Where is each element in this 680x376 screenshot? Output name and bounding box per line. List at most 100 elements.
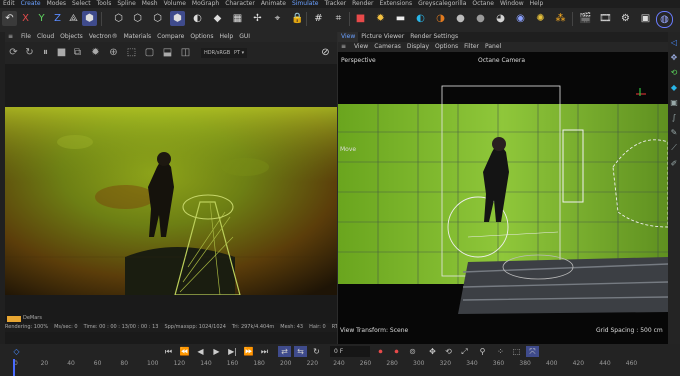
gear-settings-icon[interactable]: ✹	[89, 46, 102, 59]
octane-material-icon[interactable]: ◑	[433, 11, 448, 26]
menu-edit[interactable]: Edit	[0, 0, 18, 8]
viewport-menu-panel[interactable]: Panel	[482, 42, 504, 52]
render-to-picture-viewer-icon[interactable]: 🎬	[578, 11, 593, 26]
region-render-icon[interactable]: ▢	[143, 46, 156, 59]
menu-mograph[interactable]: MoGraph	[189, 0, 222, 8]
scatter-icon[interactable]: ✺	[533, 11, 548, 26]
render-region-icon[interactable]: ▣	[638, 11, 653, 26]
stop-render-icon[interactable]: ■	[55, 46, 68, 59]
menu-select[interactable]: Select	[69, 0, 94, 8]
pla-key-icon[interactable]: ⬚	[510, 346, 523, 357]
live-viewer-menu-vectron-[interactable]: Vectron®	[86, 32, 121, 42]
autokey-icon[interactable]: ⏺	[390, 346, 403, 357]
menu-animate[interactable]: Animate	[258, 0, 289, 8]
render-view-icon[interactable]: ■	[353, 11, 368, 26]
menu-greyscalegorilla[interactable]: Greyscalegorilla	[415, 0, 469, 8]
menu-tools[interactable]: Tools	[94, 0, 115, 8]
position-key-icon[interactable]: ✥	[426, 346, 439, 357]
polygon-pen-icon[interactable]: ✎	[668, 128, 680, 137]
live-viewer-menu-compare[interactable]: Compare	[154, 32, 187, 42]
scale-icon[interactable]: ◆	[668, 83, 680, 92]
cube-primitive-icon[interactable]: ▣	[668, 98, 680, 107]
point-level-icon[interactable]: ⁘	[494, 346, 507, 357]
scale-key-icon[interactable]: ⤢	[458, 346, 471, 357]
z-axis-icon[interactable]: Z	[50, 11, 65, 26]
area-light-icon[interactable]: ▬	[393, 11, 408, 26]
live-viewer-menu-options[interactable]: Options	[187, 32, 216, 42]
y-axis-icon[interactable]: Y	[34, 11, 49, 26]
edges-mode-icon[interactable]: ⬡	[150, 11, 165, 26]
live-viewer-menu-materials[interactable]: Materials	[121, 32, 155, 42]
menu-volume[interactable]: Volume	[161, 0, 189, 8]
cube-icon[interactable]: ⬡	[111, 11, 126, 26]
clay-mode-icon[interactable]: ◫	[179, 46, 192, 59]
live-viewer-menu-gui[interactable]: GUI	[236, 32, 253, 42]
render-settings-icon[interactable]: ⚙	[618, 11, 633, 26]
menu-help[interactable]: Help	[527, 0, 547, 8]
lock-resolution-icon[interactable]: ⧉	[71, 46, 84, 59]
polygons-mode-icon[interactable]: ⬢	[170, 11, 185, 26]
menu-spline[interactable]: Spline	[114, 0, 138, 8]
record-icon[interactable]: ⏺	[374, 346, 387, 357]
live-viewer-menu-objects[interactable]: Objects	[57, 32, 86, 42]
layout-icon[interactable]: ◍	[656, 11, 673, 28]
keyframe-selection-icon[interactable]: ⊚	[406, 346, 419, 357]
restart-render-icon[interactable]: ↻	[23, 46, 36, 59]
timeline-arrow-icon[interactable]: ↻	[310, 346, 323, 357]
rotate-icon[interactable]: ⟲	[668, 68, 680, 77]
viewport-solo-icon[interactable]: ⌗	[331, 11, 346, 26]
viewport-menu-options[interactable]: Options	[432, 42, 461, 52]
live-viewer-menu-help[interactable]: Help	[217, 32, 237, 42]
next-key-icon[interactable]: ⏩	[242, 346, 255, 357]
lock-icon[interactable]: 🔒	[290, 11, 305, 26]
particles-icon[interactable]: ⁂	[553, 11, 568, 26]
current-frame-field[interactable]: 0 F	[330, 346, 370, 357]
pointer-icon[interactable]: ◁	[668, 38, 680, 47]
grid-icon[interactable]: #	[311, 11, 326, 26]
play-icon[interactable]: ▶	[210, 346, 223, 357]
workplane-icon[interactable]: ▦	[230, 11, 245, 26]
kernel-select[interactable]: PT ▾	[231, 48, 248, 58]
viewport-menu-filter[interactable]: Filter	[461, 42, 482, 52]
menu-tracker[interactable]: Tracker	[321, 0, 349, 8]
go-to-start-icon[interactable]: ⏮	[162, 346, 175, 357]
render-queue-icon[interactable]: 🎞	[598, 11, 613, 26]
go-to-end-icon[interactable]: ⏭	[258, 346, 271, 357]
menu-mesh[interactable]: Mesh	[139, 0, 161, 8]
enable-axis-icon[interactable]: ✢	[250, 11, 265, 26]
x-axis-icon[interactable]: X	[18, 11, 33, 26]
spline-icon[interactable]: ∫	[668, 113, 680, 122]
tab-render-settings[interactable]: Render Settings	[407, 32, 461, 42]
previous-key-icon[interactable]: ⏪	[178, 346, 191, 357]
world-coordinates-icon[interactable]: ⟁	[66, 11, 81, 26]
diffuse-material-icon[interactable]: ◕	[493, 11, 508, 26]
menu-render[interactable]: Render	[349, 0, 376, 8]
loop-icon[interactable]: ⇄	[278, 346, 291, 357]
points-mode-icon[interactable]: ⬡	[130, 11, 145, 26]
pause-render-icon[interactable]: ⏸	[39, 46, 52, 59]
model-mode-icon[interactable]: ⬢	[82, 11, 97, 26]
menu-create[interactable]: Create	[18, 0, 44, 8]
next-frame-icon[interactable]: ▶|	[226, 346, 239, 357]
undo-icon[interactable]: ↶	[2, 11, 17, 26]
viewport-menu-cameras[interactable]: Cameras	[371, 42, 404, 52]
hamburger-icon[interactable]: ≡	[338, 42, 349, 52]
sphere-material-icon[interactable]: ●	[453, 11, 468, 26]
pick-material-icon[interactable]: ⬚	[125, 46, 138, 59]
keyframe-icon[interactable]: ◇	[10, 346, 23, 357]
range-icon[interactable]: ⇆	[294, 346, 307, 357]
viewport-menu-view[interactable]: View	[351, 42, 371, 52]
film-region-icon[interactable]: ⬓	[161, 46, 174, 59]
tab-picture-viewer[interactable]: Picture Viewer	[358, 32, 407, 42]
no-entry-icon[interactable]: ⊘	[319, 46, 332, 59]
menu-modes[interactable]: Modes	[44, 0, 69, 8]
menu-window[interactable]: Window	[497, 0, 527, 8]
octane-live-viewer-icon[interactable]: ◐	[413, 11, 428, 26]
knife-icon[interactable]: ⟋	[668, 143, 680, 153]
viewport-menu-display[interactable]: Display	[404, 42, 432, 52]
rotation-key-icon[interactable]: ⟲	[442, 346, 455, 357]
light-icon[interactable]: ✹	[373, 11, 388, 26]
dope-sheet-icon[interactable]: ⤧	[526, 346, 539, 357]
hamburger-icon[interactable]: ≡	[5, 32, 16, 42]
tab-view[interactable]: View	[338, 32, 359, 42]
